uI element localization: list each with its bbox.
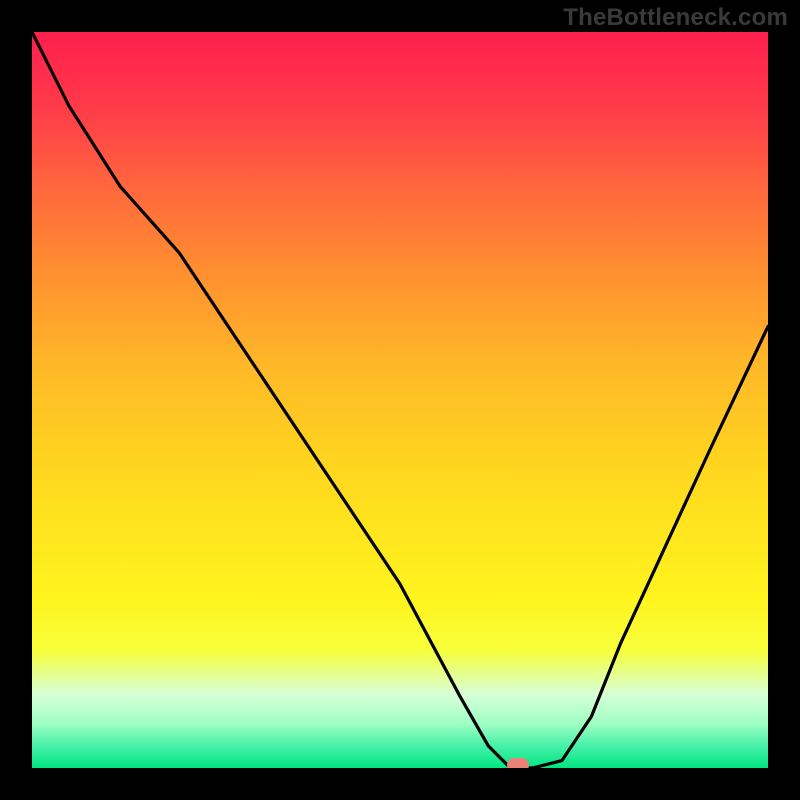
watermark-text: TheBottleneck.com	[563, 4, 788, 32]
optimal-point-marker	[507, 758, 529, 768]
curve-path	[32, 32, 768, 768]
chart-frame: TheBottleneck.com	[0, 0, 800, 800]
bottleneck-curve	[32, 32, 768, 768]
plot-area	[32, 32, 768, 768]
